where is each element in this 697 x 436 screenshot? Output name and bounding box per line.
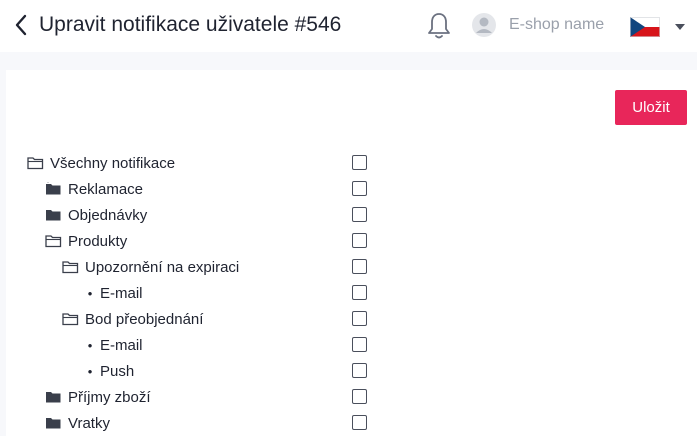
checkbox-reklamace[interactable] [352, 181, 367, 196]
tree-item-label: Příjmy zboží [68, 388, 151, 406]
tree-item-objednavky[interactable]: Objednávky [45, 204, 147, 226]
tree-item-label: Vratky [68, 414, 110, 432]
folder-open-icon [27, 156, 44, 170]
tree-item-preobjednani-push[interactable]: • Push [82, 360, 134, 382]
tree-item-label: Push [100, 362, 135, 380]
tree-item-upozorneni-na-expiraci[interactable]: Upozornění na expiraci [62, 256, 239, 278]
checkbox-preobjednani-email[interactable] [352, 337, 367, 352]
checkbox-all[interactable] [352, 155, 367, 170]
czech-flag-icon[interactable] [630, 17, 660, 37]
checkbox-produkty[interactable] [352, 233, 367, 248]
checkbox-preobjednani-push[interactable] [352, 363, 367, 378]
bullet-icon: • [87, 285, 93, 301]
folder-filled-icon [45, 416, 62, 430]
tree-item-prijmy-zbozi[interactable]: Příjmy zboží [45, 386, 151, 408]
chevron-left-icon [15, 14, 27, 36]
back-button[interactable] [12, 12, 30, 38]
tree-item-label: E-mail [100, 284, 143, 302]
caret-down-icon[interactable] [674, 23, 686, 31]
tree-item-preobjednani-email[interactable]: • E-mail [82, 334, 143, 356]
folder-open-icon [62, 260, 79, 274]
user-avatar-icon[interactable] [471, 12, 497, 38]
checkbox-bod-preobjednani[interactable] [352, 311, 367, 326]
checkbox-objednavky[interactable] [352, 207, 367, 222]
bullet-icon: • [87, 337, 93, 353]
tree-item-expirace-email[interactable]: • E-mail [82, 282, 143, 304]
folder-filled-icon [45, 390, 62, 404]
folder-filled-icon [45, 182, 62, 196]
checkbox-prijmy-zbozi[interactable] [352, 389, 367, 404]
tree-item-label: E-mail [100, 336, 143, 354]
tree-item-label: Upozornění na expiraci [85, 258, 240, 276]
shop-name[interactable]: E-shop name [509, 15, 604, 35]
page-title: Upravit notifikace uživatele #546 [39, 13, 342, 36]
tree-item-label: Všechny notifikace [50, 154, 176, 172]
tree-item-produkty[interactable]: Produkty [45, 230, 127, 252]
tree-item-reklamace[interactable]: Reklamace [45, 178, 143, 200]
tree-item-vratky[interactable]: Vratky [45, 412, 110, 434]
tree-item-label: Bod přeobjednání [85, 310, 204, 328]
tree-item-all[interactable]: Všechny notifikace [27, 152, 175, 174]
checkbox-vratky[interactable] [352, 415, 367, 430]
folder-open-icon [62, 312, 79, 326]
folder-filled-icon [45, 208, 62, 222]
tree-item-label: Objednávky [68, 206, 148, 224]
tree-item-label: Produkty [68, 232, 128, 250]
bell-icon[interactable] [426, 11, 452, 41]
top-bar: Upravit notifikace uživatele #546 E-shop… [0, 0, 697, 52]
checkbox-expirace-email[interactable] [352, 285, 367, 300]
checkbox-upozorneni-na-expiraci[interactable] [352, 259, 367, 274]
tree-item-bod-preobjednani[interactable]: Bod přeobjednání [62, 308, 203, 330]
bullet-icon: • [87, 363, 93, 379]
tree-item-label: Reklamace [68, 180, 144, 198]
folder-open-icon [45, 234, 62, 248]
save-button[interactable]: Uložit [615, 90, 687, 125]
